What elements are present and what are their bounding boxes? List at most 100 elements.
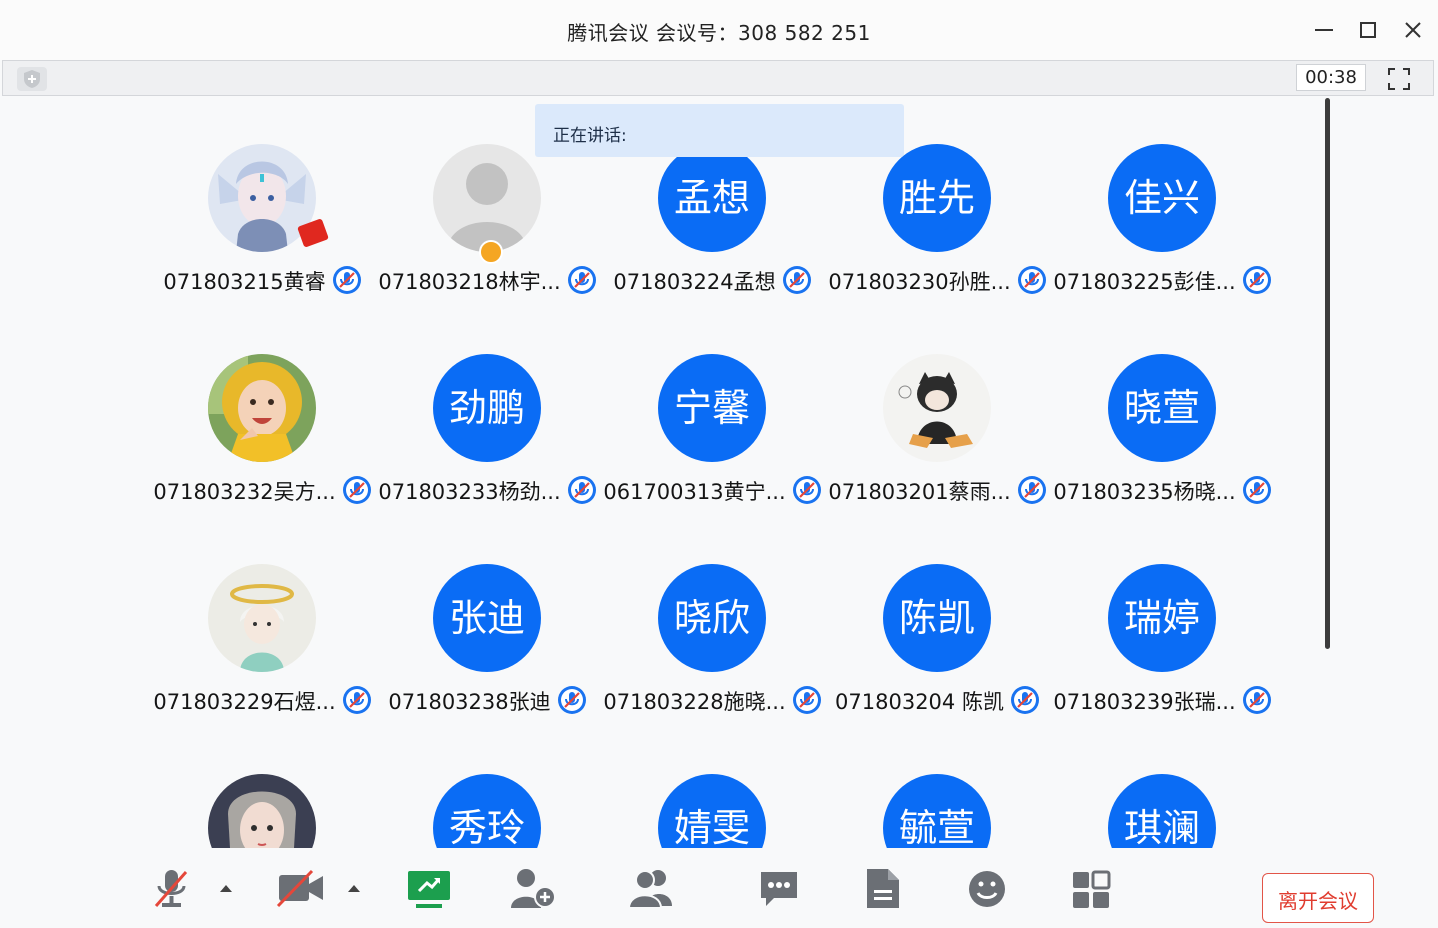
participant-avatar: 孟想 — [658, 144, 766, 252]
participant-avatar: 婧雯 — [658, 774, 766, 848]
participant-avatar: 晓欣 — [658, 564, 766, 672]
participant-tile[interactable]: 071803201蔡雨... — [825, 354, 1050, 544]
participant-name: 071803204 陈凯 — [835, 690, 1004, 714]
participant-tile[interactable]: 晓欣 071803228施晓... — [600, 564, 825, 754]
participant-name-row: 071803215黄睿 — [150, 265, 375, 296]
participant-avatar: 劲鹏 — [433, 354, 541, 462]
participant-tile[interactable]: 孟想 071803224孟想 — [600, 144, 825, 334]
participant-name: 071803201蔡雨... — [828, 480, 1011, 504]
participant-name-row: 071803201蔡雨... — [825, 475, 1050, 506]
participant-avatar: 晓萱 — [1108, 354, 1216, 462]
fullscreen-button[interactable] — [1386, 66, 1412, 92]
mute-button[interactable] — [152, 866, 192, 910]
participant-avatar-photo — [208, 564, 316, 672]
mic-muted-icon — [1242, 685, 1272, 715]
participant-avatar: 胜先 — [883, 144, 991, 252]
participant-avatar: 陈凯 — [883, 564, 991, 672]
caret-up-icon — [220, 885, 232, 892]
participant-name-row: 071803232吴方... — [150, 475, 375, 506]
participant-tile[interactable]: 071803215黄睿 — [150, 144, 375, 334]
participant-name-row: 071803230孙胜... — [825, 265, 1050, 296]
participant-name-row: 071803225彭佳... — [1050, 265, 1275, 296]
mic-muted-icon — [1017, 265, 1047, 295]
participant-name: 071803224孟想 — [613, 270, 776, 294]
share-screen-button[interactable] — [406, 866, 452, 910]
speaking-indicator: 正在讲话: — [535, 104, 904, 157]
participant-grid: 071803215黄睿 071803218林宇... 孟想 071803224孟想 胜先… — [0, 98, 1320, 848]
close-button[interactable] — [1399, 16, 1427, 44]
participant-name: 071803233杨劲... — [378, 480, 561, 504]
participant-tile[interactable]: 晓萱 071803235杨晓... — [1050, 354, 1275, 544]
shield-icon — [24, 70, 40, 88]
participants-button[interactable] — [626, 866, 678, 910]
apps-icon — [1073, 870, 1111, 908]
invite-button[interactable] — [508, 866, 562, 910]
participant-avatar-photo — [208, 354, 316, 462]
participant-name: 071803239张瑞... — [1053, 690, 1236, 714]
reactions-button[interactable] — [966, 866, 1008, 910]
participant-name-row: 071803235杨晓... — [1050, 475, 1275, 506]
participant-name: 071803218林宇... — [378, 270, 561, 294]
participant-tile[interactable]: 071803232吴方... — [150, 354, 375, 544]
mic-muted-icon — [342, 685, 372, 715]
participant-avatar: 佳兴 — [1108, 144, 1216, 252]
participant-tile[interactable]: 婧雯 — [600, 774, 825, 848]
mic-muted-icon — [1242, 475, 1272, 505]
participant-name-row: 071803233杨劲... — [375, 475, 600, 506]
window-title: 腾讯会议 会议号：308 582 251 — [567, 21, 871, 45]
participant-name-row: 071803238张迪 — [375, 685, 600, 716]
documents-button[interactable] — [864, 866, 902, 910]
chat-icon — [761, 872, 797, 906]
participant-name: 071803230孙胜... — [828, 270, 1011, 294]
participant-name: 071803238张迪 — [388, 690, 551, 714]
participant-tile[interactable]: 劲鹏 071803233杨劲... — [375, 354, 600, 544]
video-options-button[interactable] — [344, 866, 364, 910]
mic-muted-icon — [1017, 475, 1047, 505]
participant-avatar: 宁馨 — [658, 354, 766, 462]
maximize-button[interactable] — [1354, 16, 1382, 44]
video-button[interactable] — [276, 866, 326, 910]
participant-tile[interactable]: 瑞婷 071803239张瑞... — [1050, 564, 1275, 754]
close-icon — [1405, 22, 1421, 38]
participant-tile[interactable]: 胜先 071803230孙胜... — [825, 144, 1050, 334]
mic-muted-icon — [1242, 265, 1272, 295]
participant-tile[interactable]: 071803229石煜... — [150, 564, 375, 754]
participant-tile[interactable]: 071803218林宇... — [375, 144, 600, 334]
speaking-label: 正在讲话: — [553, 126, 627, 146]
participant-name: 071803225彭佳... — [1053, 270, 1236, 294]
participant-avatar-photo — [883, 354, 991, 462]
leave-meeting-button[interactable]: 离开会议 — [1262, 873, 1374, 923]
participant-tile[interactable]: 张迪 071803238张迪 — [375, 564, 600, 754]
participant-tile[interactable]: 琪澜 — [1050, 774, 1275, 848]
vertical-scrollbar[interactable] — [1325, 98, 1330, 649]
chat-button[interactable] — [758, 866, 800, 910]
participant-tile[interactable]: 佳兴 071803225彭佳... — [1050, 144, 1275, 334]
participant-name-row: 071803229石煜... — [150, 685, 375, 716]
participants-icon — [627, 870, 672, 909]
participant-name-row: 071803218林宇... — [375, 265, 600, 296]
participant-tile[interactable] — [150, 774, 375, 848]
participant-tile[interactable]: 毓萱 — [825, 774, 1050, 848]
participant-avatar: 张迪 — [433, 564, 541, 672]
participant-avatar: 毓萱 — [883, 774, 991, 848]
mic-muted-icon — [332, 265, 362, 295]
audio-options-button[interactable] — [216, 866, 236, 910]
participant-tile[interactable]: 陈凯 071803204 陈凯 — [825, 564, 1050, 754]
participant-name: 071803228施晓... — [603, 690, 786, 714]
mic-muted-icon — [154, 870, 188, 907]
participant-avatar: 瑞婷 — [1108, 564, 1216, 672]
mic-muted-icon — [557, 685, 587, 715]
minimize-button[interactable] — [1310, 16, 1338, 44]
document-icon — [867, 869, 899, 908]
maximize-icon — [1360, 22, 1376, 38]
meeting-timer: 00:38 — [1296, 64, 1366, 91]
participant-name: 071803235杨晓... — [1053, 480, 1236, 504]
apps-button[interactable] — [1070, 866, 1112, 910]
participant-avatar: 琪澜 — [1108, 774, 1216, 848]
meeting-toolbar — [2, 60, 1434, 96]
participant-tile[interactable]: 宁馨 061700313黄宁... — [600, 354, 825, 544]
participant-name-row: 061700313黄宁... — [600, 475, 825, 506]
participant-tile[interactable]: 秀玲 — [375, 774, 600, 848]
participant-avatar-photo — [208, 774, 316, 848]
security-shield-button[interactable] — [17, 67, 47, 91]
